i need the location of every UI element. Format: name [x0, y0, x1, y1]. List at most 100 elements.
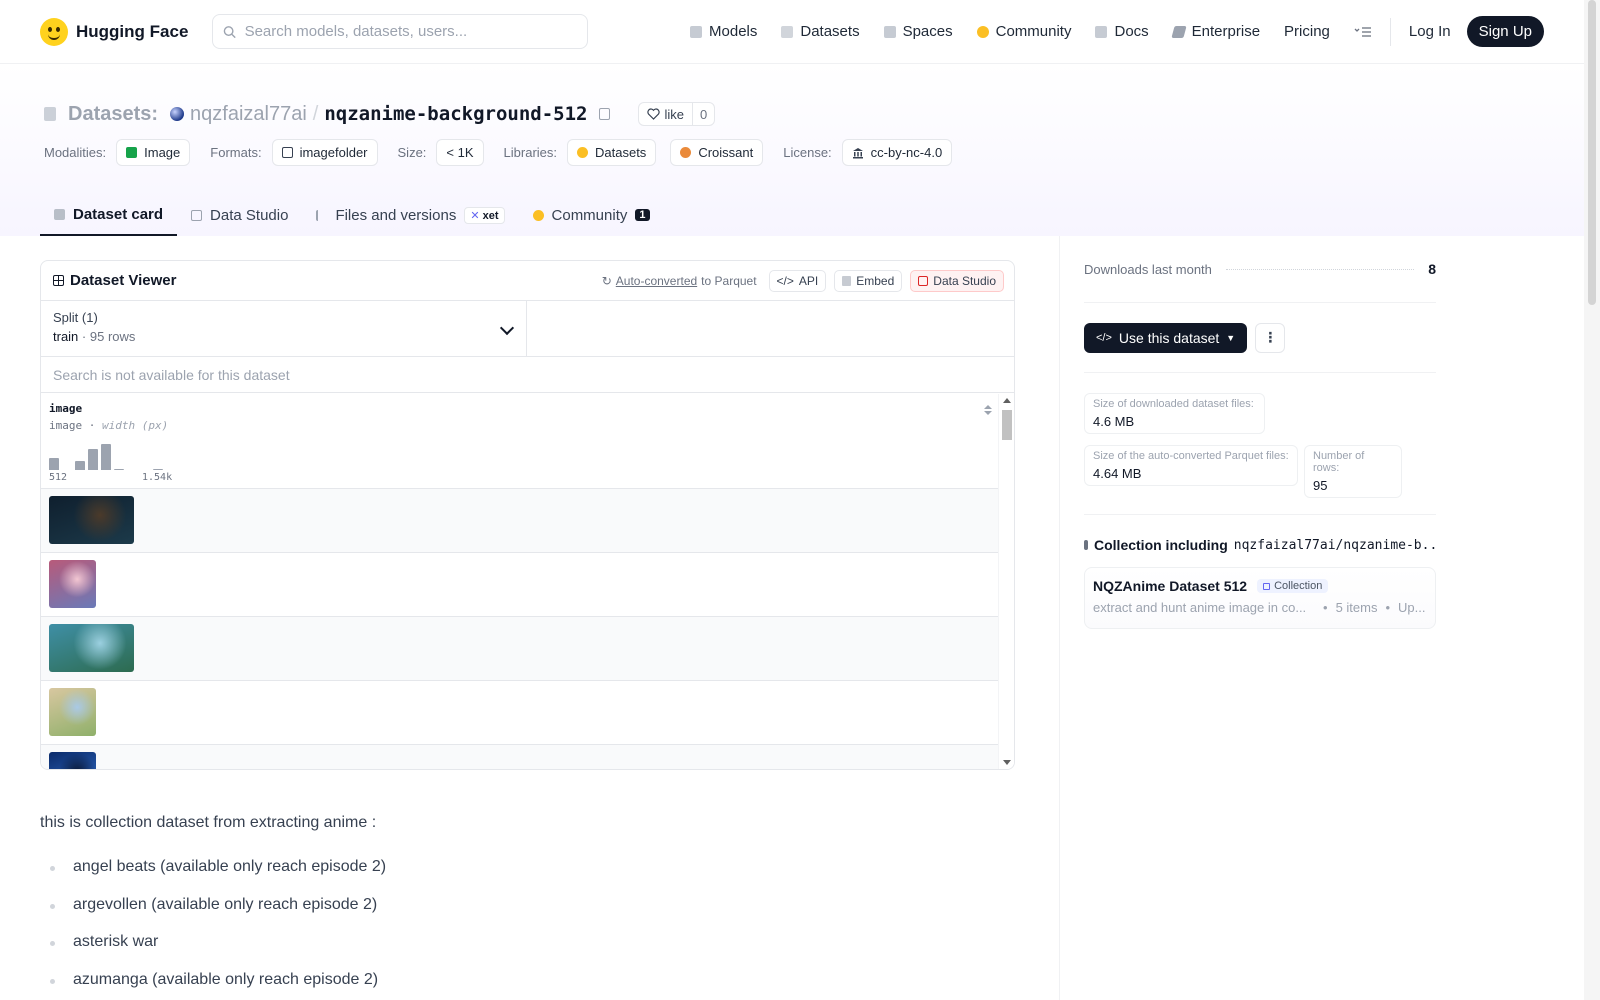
more-options-button[interactable]: ⋮ — [1255, 322, 1286, 353]
scroll-down-arrow[interactable] — [1003, 760, 1011, 765]
sort-icon[interactable] — [984, 404, 992, 416]
column-header-image[interactable]: image image · width (px) 512 1.54k — [41, 394, 998, 489]
split-selector[interactable]: Split (1) train · 95 rows — [41, 301, 527, 356]
repo-tabs: Dataset card Data Studio Files and versi… — [40, 194, 664, 236]
sidebar: Downloads last month 8 </> Use this datas… — [1059, 236, 1584, 1000]
viewer-header: Dataset Viewer ↻ Auto-converted to Parquet… — [41, 261, 1014, 301]
data-studio-button[interactable]: Data Studio — [910, 269, 1004, 292]
histogram-bar[interactable] — [75, 460, 85, 470]
table-row[interactable] — [41, 745, 998, 769]
nav-docs[interactable]: Docs — [1083, 23, 1160, 40]
collection-icon — [1084, 540, 1088, 550]
cube-icon — [54, 208, 65, 220]
tag-size[interactable]: < 1K — [436, 139, 484, 166]
table-row[interactable] — [41, 489, 998, 553]
nav-community[interactable]: Community — [965, 23, 1084, 40]
split-label: Split (1) — [53, 310, 98, 325]
collection-card[interactable]: NQZAnime Dataset 512 Collection extract … — [1084, 567, 1436, 629]
api-button[interactable]: </> API — [768, 269, 827, 292]
owner-avatar[interactable] — [170, 107, 185, 121]
histogram-bar[interactable] — [88, 449, 98, 470]
embed-label: Embed — [856, 273, 895, 288]
brand-logo[interactable]: Hugging Face — [40, 17, 188, 46]
collection-badge-label: Collection — [1274, 580, 1323, 592]
stat-label: Number of rows: — [1313, 450, 1365, 474]
tab-dataset-card[interactable]: Dataset card — [40, 194, 178, 236]
column-stat: width (px) — [102, 419, 169, 432]
tag-format-imagefolder[interactable]: imagefolder — [271, 139, 378, 166]
histogram-bar[interactable] — [101, 444, 111, 470]
size-label: Size: — [397, 145, 427, 160]
grid-icon — [883, 25, 896, 38]
image-thumbnail[interactable] — [49, 688, 96, 736]
scroll-up-arrow[interactable] — [1003, 398, 1011, 403]
histogram-bar[interactable] — [114, 468, 124, 470]
nav-datasets[interactable]: Datasets — [769, 23, 871, 40]
page-scrollbar[interactable] — [1584, 0, 1600, 1000]
repo-owner-link[interactable]: nqzfaizal77ai — [190, 103, 307, 126]
scroll-thumb[interactable] — [1002, 410, 1012, 440]
croissant-icon — [680, 147, 692, 158]
page-scroll-thumb[interactable] — [1588, 0, 1596, 305]
search-input[interactable] — [244, 23, 578, 40]
signup-button[interactable]: Sign Up — [1466, 16, 1544, 47]
stat-value: 4.64 MB — [1093, 466, 1142, 481]
nav-datasets-label: Datasets — [800, 23, 860, 40]
login-link[interactable]: Log In — [1397, 23, 1463, 40]
license-label: License: — [783, 145, 832, 160]
tag-label: Croissant — [698, 145, 754, 160]
tag-modality-image[interactable]: Image — [116, 139, 191, 166]
tag-label: Image — [144, 145, 181, 160]
global-search[interactable] — [212, 14, 589, 49]
collection-item-count: 5 items — [1335, 600, 1378, 615]
enterprise-icon — [1171, 25, 1187, 38]
tab-label: Data Studio — [210, 206, 289, 224]
image-thumbnail[interactable] — [49, 560, 96, 608]
tab-files-and-versions[interactable]: Files and versions ✕ xet — [302, 194, 518, 236]
tag-library-datasets[interactable]: Datasets — [567, 139, 657, 166]
like-label: like — [664, 106, 684, 122]
repo-header: Datasets: nqzfaizal77ai / nqzanime-backg… — [0, 64, 1584, 236]
collection-updated: Up... — [1398, 600, 1426, 615]
table-row[interactable] — [41, 553, 998, 617]
histogram-bar[interactable] — [49, 458, 59, 470]
tab-community[interactable]: Community 1 — [519, 194, 664, 236]
tag-license[interactable]: cc-by-nc-4.0 — [841, 139, 953, 166]
nav-enterprise[interactable]: Enterprise — [1161, 23, 1272, 40]
anime-list: angel beats (available only reach episod… — [40, 858, 1015, 1000]
viewer-scrollbar[interactable] — [998, 394, 1014, 769]
stat-downloaded-size: Size of downloaded dataset files: 4.6 MB — [1084, 393, 1265, 434]
data-studio-label: Data Studio — [933, 273, 996, 288]
database-icon — [44, 107, 56, 121]
repo-name-link[interactable]: nqzanime-background-512 — [324, 103, 587, 125]
nav-spaces[interactable]: Spaces — [872, 23, 965, 40]
nav-models[interactable]: Models — [678, 23, 769, 40]
tag-library-croissant[interactable]: Croissant — [670, 139, 764, 166]
table-row[interactable] — [41, 681, 998, 745]
autoconverted-link[interactable]: Auto-converted — [616, 274, 697, 288]
image-thumbnail[interactable] — [49, 752, 96, 769]
main-content: Dataset Viewer ↻ Auto-converted to Parquet… — [40, 260, 1015, 1000]
tab-data-studio[interactable]: Data Studio — [177, 194, 302, 236]
histogram-max: 1.54k — [142, 472, 173, 483]
collection-heading-repo: nqzfaizal77ai/nqzanime-b... — [1233, 537, 1436, 553]
stat-label: Size of downloaded dataset files: — [1093, 398, 1254, 410]
use-this-dataset-button[interactable]: </> Use this dataset ▼ — [1084, 322, 1248, 353]
embed-button[interactable]: Embed — [834, 269, 903, 292]
repo-type-label: Datasets: — [68, 102, 159, 125]
image-thumbnail[interactable] — [49, 496, 134, 544]
nav-enterprise-label: Enterprise — [1191, 23, 1261, 40]
histogram-bar[interactable] — [153, 468, 163, 470]
table-row[interactable] — [41, 617, 998, 681]
like-button[interactable]: like 0 — [638, 102, 716, 126]
copy-icon[interactable] — [599, 108, 611, 120]
dataset-card-body: this is collection dataset from extracti… — [40, 814, 1015, 1000]
stat-value: 95 — [1313, 478, 1328, 493]
image-thumbnail[interactable] — [49, 624, 134, 672]
use-button-label: Use this dataset — [1118, 329, 1220, 346]
files-icon — [316, 209, 327, 221]
nav-pricing[interactable]: Pricing — [1272, 23, 1342, 40]
dataset-stats: Size of downloaded dataset files: 4.6 MB… — [1084, 373, 1436, 515]
nav-more-menu[interactable] — [1342, 26, 1384, 38]
stat-label: Size of the auto-converted Parquet files… — [1093, 450, 1289, 462]
